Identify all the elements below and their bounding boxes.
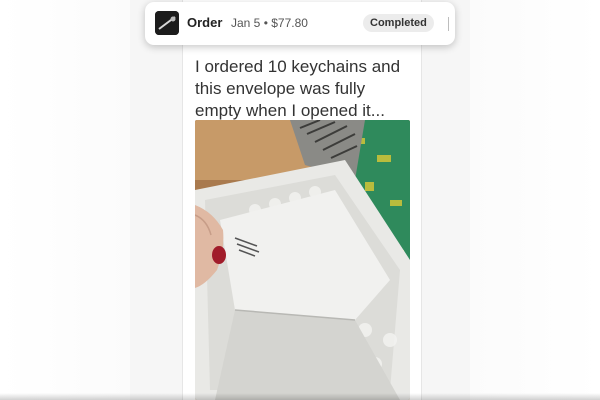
right-margin [470,0,600,400]
empty-envelope-photo [195,120,410,400]
post-card[interactable]: I ordered 10 keychains and this envelope… [182,0,422,400]
bottom-shadow [0,393,600,400]
order-label: Order [187,15,223,30]
vertical-divider [448,17,449,31]
status-badge: Completed [363,14,434,32]
post-text: I ordered 10 keychains and this envelope… [195,57,401,120]
order-thumbnail [155,11,179,35]
left-margin [0,0,130,400]
order-date-total: Jan 5 • $77.80 [231,16,308,30]
order-summary-bar[interactable]: Order Jan 5 • $77.80 Completed [145,2,455,45]
product-thumbnail-icon [155,11,179,35]
post-photo[interactable] [195,120,410,400]
app-screen: I ordered 10 keychains and this envelope… [130,0,470,400]
